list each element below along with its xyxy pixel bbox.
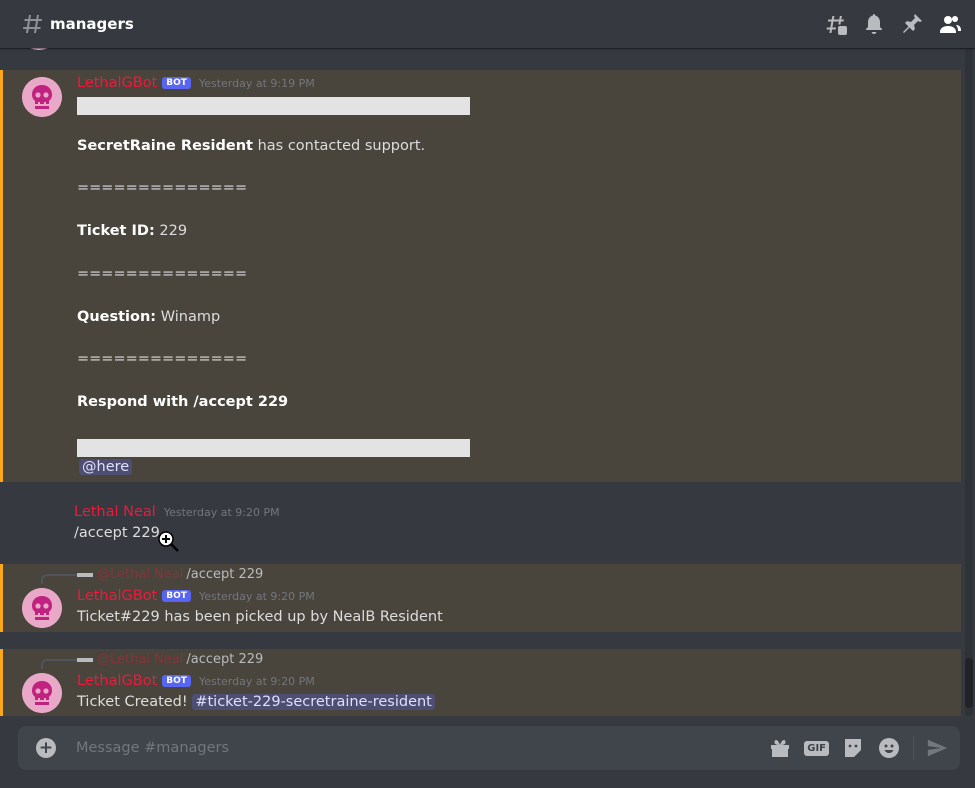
question-label: Question: xyxy=(77,309,157,325)
contact-line: SecretRaine Resident has contacted suppo… xyxy=(77,138,425,154)
message-text-line: Ticket Created! #ticket-229-secretraine-… xyxy=(77,694,435,710)
channel-hash-icon xyxy=(23,15,42,33)
channel-link[interactable]: #ticket-229-secretraine-resident xyxy=(192,694,435,710)
banner-image-bottom[interactable] xyxy=(77,439,470,457)
ticket-id-line: Ticket ID: 229 xyxy=(77,223,187,239)
respond-line: Respond with /accept 229 xyxy=(77,394,288,410)
bot-tag: BOT xyxy=(162,675,191,687)
reply-author[interactable]: @Lethal Neal xyxy=(97,652,183,667)
message-picked-up[interactable]: @Lethal Neal /accept 229 LethalGBot BOT … xyxy=(0,564,961,632)
gift-icon[interactable] xyxy=(768,736,792,760)
pin-icon[interactable] xyxy=(900,12,924,36)
message-ticket-notice[interactable]: LethalGBot BOT Yesterday at 9:19 PM Secr… xyxy=(0,70,961,482)
reply-avatar-icon xyxy=(77,572,93,577)
message-header: Lethal Neal Yesterday at 9:20 PM xyxy=(74,504,280,520)
message-composer: + GIF xyxy=(18,726,960,770)
message-text: Ticket#229 has been picked up by NealB R… xyxy=(77,609,443,625)
author-name[interactable]: LethalGBot xyxy=(77,588,157,604)
emoji-icon[interactable] xyxy=(877,736,901,760)
timestamp[interactable]: Yesterday at 9:20 PM xyxy=(199,590,315,603)
previous-message-fragment xyxy=(0,48,961,50)
bot-tag: BOT xyxy=(162,590,191,602)
message-ticket-created[interactable]: @Lethal Neal /accept 229 LethalGBot BOT … xyxy=(0,649,961,716)
lethal-streams-logo-icon xyxy=(19,516,59,528)
gif-button[interactable]: GIF xyxy=(804,740,829,756)
member-list-icon[interactable] xyxy=(938,12,962,36)
respond-text: Respond with /accept 229 xyxy=(77,394,289,410)
separator-2: ============== xyxy=(77,266,248,282)
reply-text[interactable]: /accept 229 xyxy=(186,652,263,667)
message-header: LethalGBot BOT Yesterday at 9:19 PM xyxy=(77,75,315,91)
contact-name: SecretRaine Resident xyxy=(77,138,253,154)
timestamp[interactable]: Yesterday at 9:20 PM xyxy=(164,506,280,519)
skull-icon xyxy=(22,673,62,713)
reply-reference[interactable]: @Lethal Neal /accept 229 xyxy=(77,567,263,582)
notification-bell-icon[interactable] xyxy=(862,12,886,36)
ticket-id-value: 229 xyxy=(154,223,188,239)
header-toolbar xyxy=(817,12,969,36)
sticker-icon[interactable] xyxy=(841,736,865,760)
scrollbar-track[interactable] xyxy=(965,48,973,716)
skull-icon xyxy=(22,588,62,628)
skull-icon xyxy=(22,77,62,117)
here-mention[interactable]: @here xyxy=(79,459,133,475)
zoom-cursor-icon xyxy=(158,531,179,552)
reply-reference[interactable]: @Lethal Neal /accept 229 xyxy=(77,652,263,667)
bot-avatar[interactable] xyxy=(22,673,62,713)
message-input[interactable] xyxy=(74,739,718,757)
composer-toolbar: GIF xyxy=(762,736,960,760)
reply-author[interactable]: @Lethal Neal xyxy=(97,567,183,582)
attach-plus-icon[interactable]: + xyxy=(36,738,56,758)
message-header: LethalGBot BOT Yesterday at 9:20 PM xyxy=(77,673,315,689)
timestamp[interactable]: Yesterday at 9:20 PM xyxy=(199,675,315,688)
message-text: Ticket Created! xyxy=(77,694,193,710)
question-line: Question: Winamp xyxy=(77,309,220,325)
channel-link-label[interactable]: ticket-229-secretraine-resident xyxy=(207,694,431,710)
bot-tag: BOT xyxy=(162,77,191,89)
channel-header: managers xyxy=(0,0,975,48)
scrollbar-thumb[interactable] xyxy=(965,658,973,708)
avatar xyxy=(19,48,59,50)
channel-link-hash-icon: # xyxy=(195,694,208,710)
message-header: LethalGBot BOT Yesterday at 9:20 PM xyxy=(77,588,315,604)
send-icon[interactable] xyxy=(926,737,948,759)
reply-avatar-icon xyxy=(77,657,93,662)
timestamp[interactable]: Yesterday at 9:19 PM xyxy=(199,77,315,90)
contact-text: has contacted support. xyxy=(252,138,426,154)
bot-avatar[interactable] xyxy=(22,588,62,628)
user-avatar[interactable] xyxy=(19,516,59,528)
message-list[interactable]: LethalGBot BOT Yesterday at 9:19 PM Secr… xyxy=(0,48,963,716)
author-name[interactable]: LethalGBot xyxy=(77,75,157,91)
banner-image-top[interactable] xyxy=(77,97,470,115)
question-value: Winamp xyxy=(156,309,221,325)
ticket-id-label: Ticket ID: xyxy=(77,223,155,239)
composer-divider xyxy=(913,736,914,760)
reply-text[interactable]: /accept 229 xyxy=(186,567,263,582)
author-name[interactable]: LethalGBot xyxy=(77,673,157,689)
reply-spine xyxy=(41,574,77,584)
separator-1: ============== xyxy=(77,180,248,196)
separator-3: ============== xyxy=(77,351,248,367)
reply-spine xyxy=(41,659,77,669)
author-name[interactable]: Lethal Neal xyxy=(74,504,156,520)
message-text: /accept 229 xyxy=(74,525,160,541)
bot-avatar[interactable] xyxy=(22,77,62,117)
message-accept[interactable]: Lethal Neal Yesterday at 9:20 PM /accept… xyxy=(0,490,961,564)
threads-icon[interactable] xyxy=(824,12,848,36)
channel-title: managers xyxy=(50,15,134,33)
